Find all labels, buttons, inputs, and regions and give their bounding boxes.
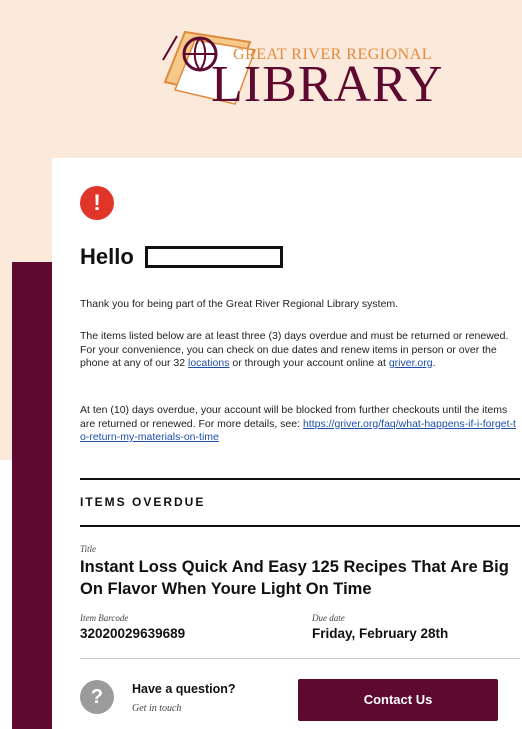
- intro-text: Thank you for being part of the Great Ri…: [80, 298, 399, 310]
- items-overdue-heading: ITEMS OVERDUE: [80, 495, 206, 509]
- intro-paragraph: Thank you for being part of the Great Ri…: [80, 298, 520, 312]
- title-label: Title: [80, 544, 97, 554]
- logo-title: LIBRARY: [211, 56, 444, 113]
- locations-link[interactable]: locations: [188, 357, 229, 369]
- overdue-paragraph: The items listed below are at least thre…: [80, 330, 520, 371]
- item-title: Instant Loss Quick And Easy 125 Recipes …: [80, 558, 509, 598]
- greeting: Hello: [80, 244, 134, 269]
- overdue-text-b: or through your account online at: [229, 357, 389, 369]
- item-due-date: Friday, February 28th: [312, 626, 449, 641]
- question-title: Have a question?: [132, 682, 236, 696]
- alert-icon: !: [80, 186, 114, 220]
- item-barcode: 32020029639689: [80, 626, 186, 641]
- question-icon: ?: [80, 680, 114, 714]
- library-logo: GREAT RIVER REGIONAL LIBRARY: [155, 12, 445, 122]
- redacted-name-box: [145, 246, 283, 268]
- barcode-label: Item Barcode: [80, 613, 129, 623]
- griver-link[interactable]: griver.org: [389, 357, 433, 369]
- left-maroon-band: [12, 262, 52, 729]
- section-rule-bottom: [80, 525, 520, 527]
- question-subtitle: Get in touch: [132, 703, 182, 714]
- blocked-paragraph: At ten (10) days overdue, your account w…: [80, 404, 520, 445]
- footer-divider: [80, 658, 520, 659]
- contact-us-button[interactable]: Contact Us: [298, 679, 498, 721]
- due-date-label: Due date: [312, 613, 345, 623]
- section-rule-top: [80, 478, 520, 480]
- notice-card: ! Hello Thank you for being part of the …: [52, 158, 522, 729]
- overdue-text-c: .: [432, 357, 436, 369]
